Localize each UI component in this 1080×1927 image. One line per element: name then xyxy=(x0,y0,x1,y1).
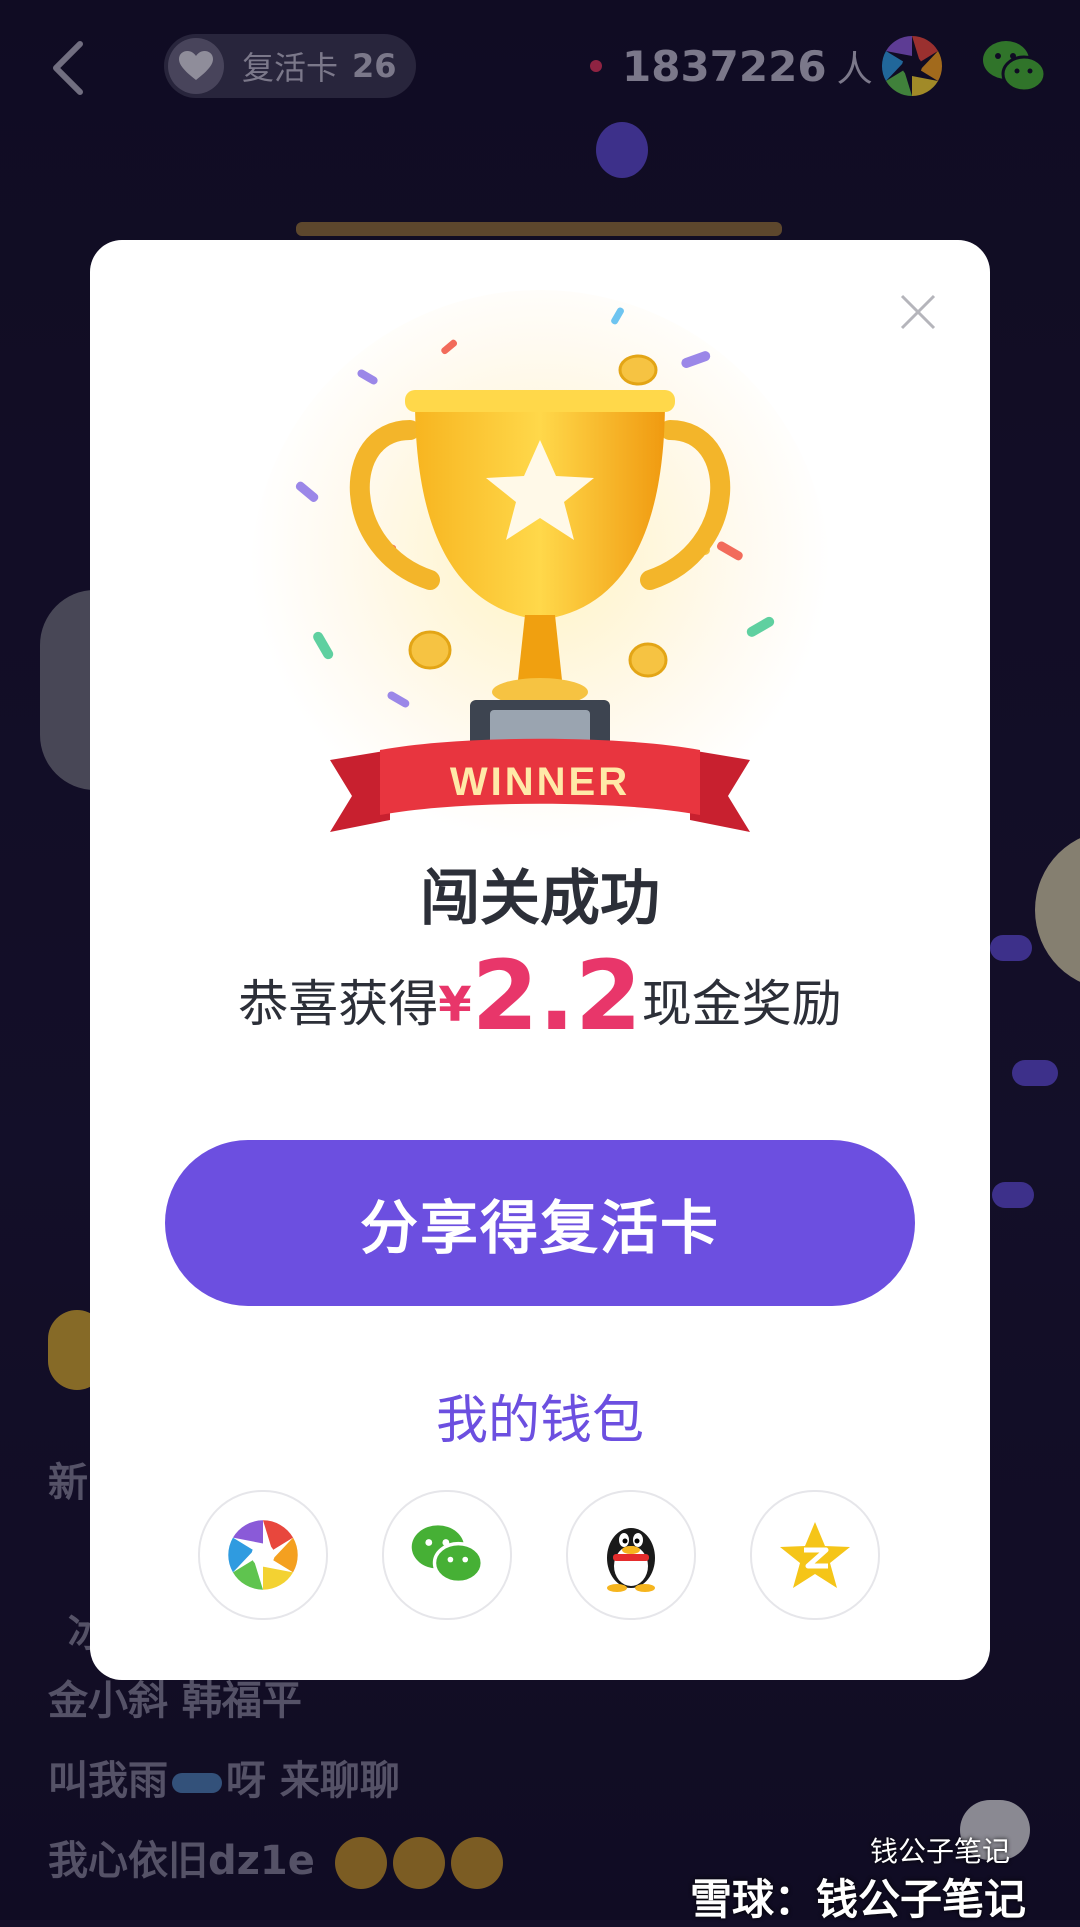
qq-penguin-icon xyxy=(607,1528,655,1592)
share-qzone-button[interactable] xyxy=(750,1490,880,1620)
watermark-account: 钱公子笔记 xyxy=(870,1835,1011,1868)
winner-dialog: WINNER 闯关成功 恭喜获得¥2.2现金奖励 分享得复活卡 我的钱包 xyxy=(90,240,990,1680)
share-targets xyxy=(198,1490,898,1620)
watermark-source: 雪球：钱公子笔记 xyxy=(690,1875,1027,1924)
close-icon[interactable] xyxy=(898,292,938,332)
share-moments-button[interactable] xyxy=(198,1490,328,1620)
dialog-title: 闯关成功 xyxy=(420,864,660,934)
share-wechat-button[interactable] xyxy=(382,1490,512,1620)
reward-suffix: 现金奖励 xyxy=(641,975,842,1033)
reward-line: 恭喜获得¥2.2现金奖励 xyxy=(90,940,990,1052)
qzone-star-icon xyxy=(780,1522,850,1588)
reward-currency: ¥ xyxy=(438,977,472,1033)
winner-banner-text: WINNER xyxy=(450,760,630,804)
wechat-icon xyxy=(411,1525,484,1585)
reward-amount: 2.2 xyxy=(471,940,642,1052)
moments-icon xyxy=(228,1520,298,1590)
share-for-revive-card-button[interactable]: 分享得复活卡 xyxy=(165,1140,915,1306)
share-qq-button[interactable] xyxy=(566,1490,696,1620)
reward-prefix: 恭喜获得 xyxy=(238,975,439,1033)
my-wallet-link[interactable]: 我的钱包 xyxy=(90,1378,990,1453)
